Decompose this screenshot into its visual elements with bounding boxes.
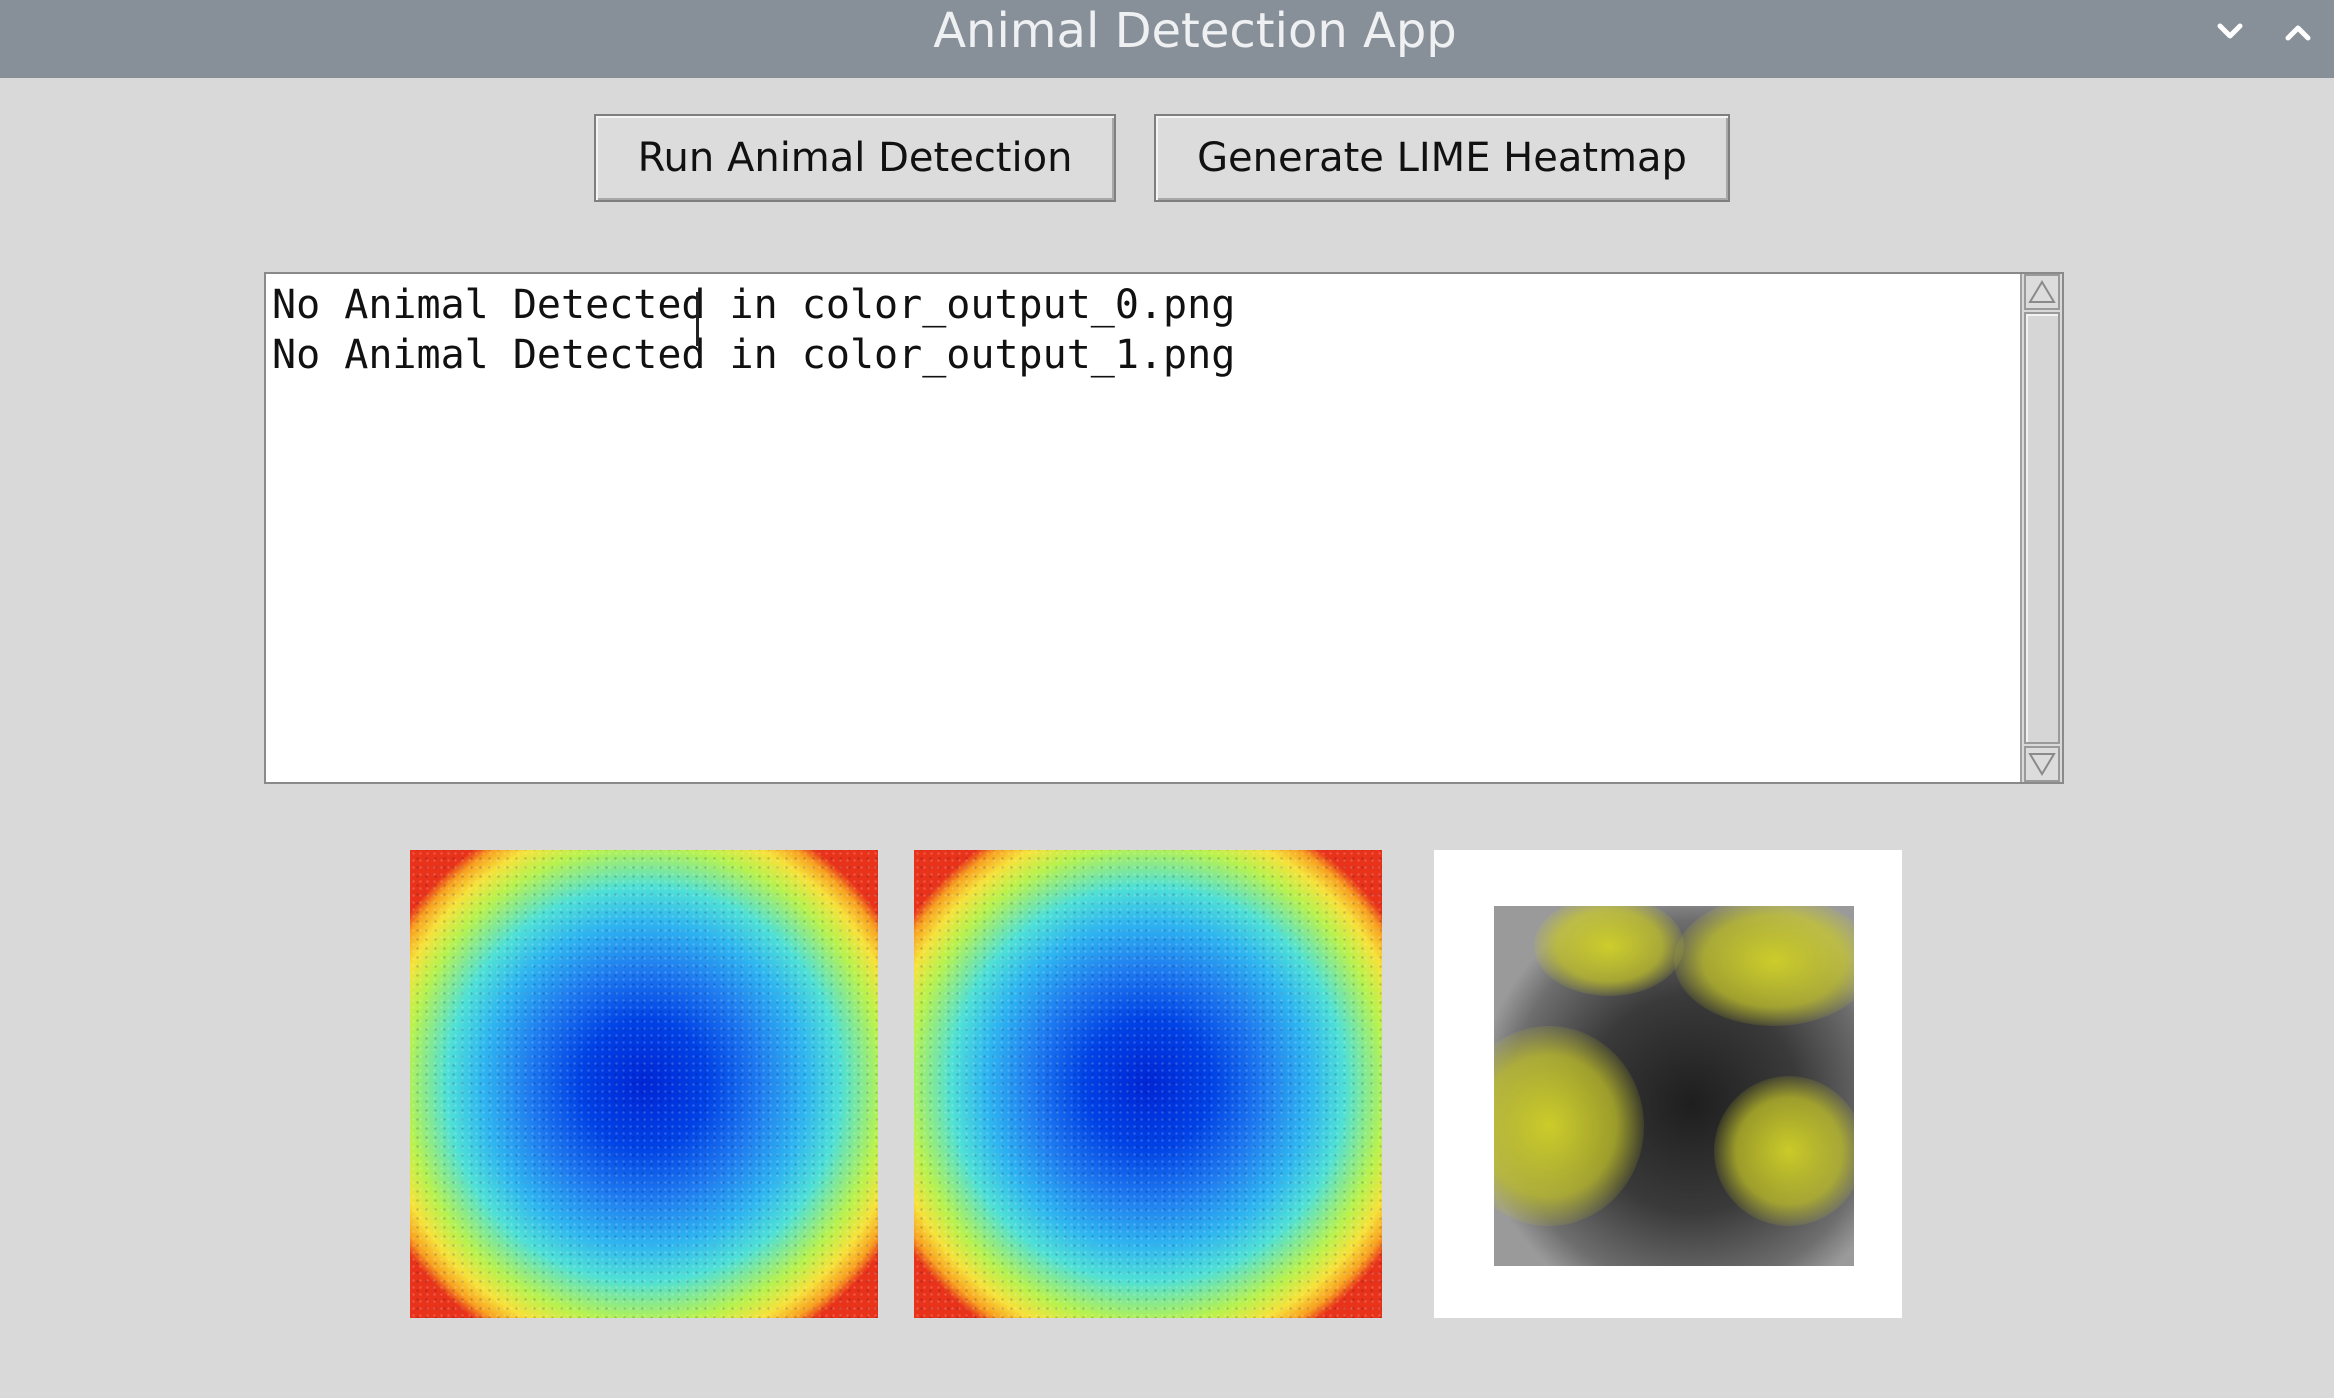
maximize-button[interactable] xyxy=(2276,10,2320,54)
text-cursor xyxy=(696,292,699,346)
generate-lime-heatmap-button[interactable]: Generate LIME Heatmap xyxy=(1154,114,1730,202)
window-title: Animal Detection App xyxy=(933,3,1457,59)
scroll-up-button[interactable] xyxy=(2024,274,2060,310)
chevron-up-icon xyxy=(2285,25,2311,41)
scrollbar-thumb[interactable] xyxy=(2024,312,2060,744)
heatmap-image-0 xyxy=(410,850,878,1318)
chevron-down-icon xyxy=(2217,23,2243,39)
highlight-region xyxy=(1674,906,1854,1026)
heatmap-image-1 xyxy=(914,850,1382,1318)
minimize-button[interactable] xyxy=(2208,10,2252,54)
highlight-region xyxy=(1534,906,1684,996)
vertical-scrollbar[interactable] xyxy=(2020,274,2062,782)
log-line: No Animal Detected in color_output_1.png xyxy=(272,332,1236,378)
scroll-down-button[interactable] xyxy=(2024,746,2060,782)
output-log[interactable]: No Animal Detected in color_output_0.png… xyxy=(264,272,2064,784)
log-line: No Animal Detected in color_output_0.png xyxy=(272,282,1236,328)
triangle-down-icon xyxy=(2028,753,2056,776)
highlight-region xyxy=(1494,1026,1644,1226)
lime-heatmap-image xyxy=(1434,850,1902,1318)
output-text[interactable]: No Animal Detected in color_output_0.png… xyxy=(266,274,2020,782)
run-animal-detection-button[interactable]: Run Animal Detection xyxy=(594,114,1116,202)
lime-explanation xyxy=(1494,906,1854,1266)
triangle-up-icon xyxy=(2028,280,2056,303)
highlight-region xyxy=(1714,1076,1854,1226)
title-bar: Animal Detection App xyxy=(0,0,2334,78)
